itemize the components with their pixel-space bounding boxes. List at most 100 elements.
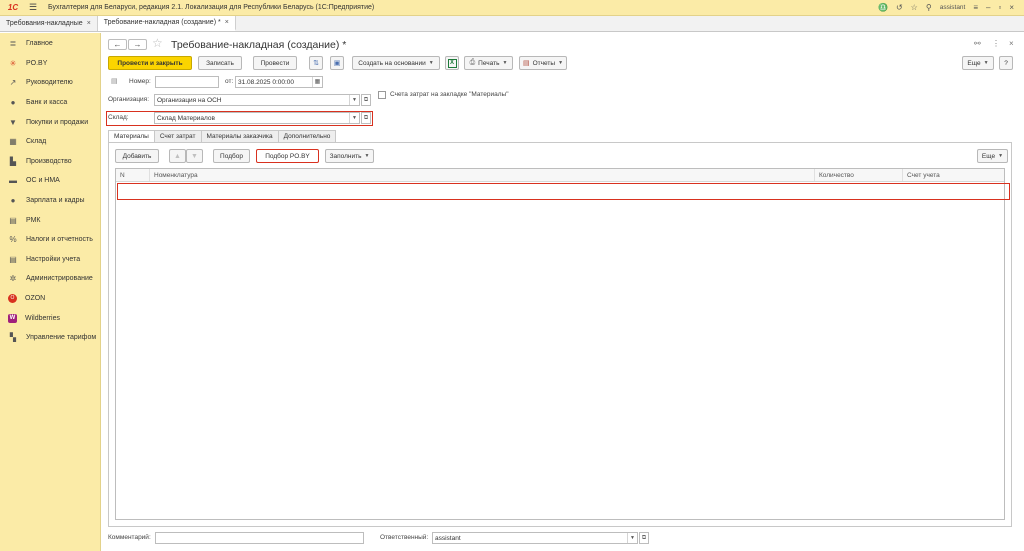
responsible-value: assistant [435, 534, 461, 542]
calendar-icon[interactable]: ▦ [312, 77, 322, 87]
table-more-button[interactable]: Еще ▼ [977, 149, 1008, 163]
sidebar-item-main[interactable]: ≣ Главное [0, 34, 100, 54]
more-actions-button[interactable]: Еще ▼ [962, 56, 994, 70]
sidebar-item-warehouse[interactable]: ▦ Склад [0, 132, 100, 152]
cost-accounts-checkbox[interactable] [378, 91, 386, 99]
warehouse-icon: ▦ [9, 137, 17, 147]
movements-report-icon[interactable]: ⇅ [309, 56, 323, 70]
materials-panel: Добавить ▲ ▼ Подбор Подбор PO.BY Заполни… [108, 142, 1012, 527]
chevron-down-icon: ▼ [502, 60, 508, 66]
more-vertical-icon[interactable]: ⋮ [992, 39, 1000, 48]
chevron-down-icon[interactable]: ▼ [349, 95, 359, 105]
sidebar-item-poby[interactable]: ✳ PO.BY [0, 54, 100, 74]
tab-requisitions-list[interactable]: Требования-накладные × [0, 16, 98, 31]
open-organization-button[interactable]: ⧉ [361, 94, 371, 106]
person-icon: ● [10, 196, 16, 206]
fill-label: Заполнить [329, 152, 362, 160]
close-tab-icon[interactable]: × [87, 20, 91, 27]
post-button[interactable]: Провести [253, 56, 297, 70]
close-tab-icon[interactable]: × [225, 19, 229, 26]
forward-button[interactable]: → [128, 39, 147, 50]
column-header-quantity[interactable]: Количество [815, 169, 903, 181]
save-button[interactable]: Записать [198, 56, 242, 70]
sidebar-item-tariff[interactable]: ▚ Управление тарифом [0, 328, 100, 348]
open-responsible-button[interactable]: ⧉ [639, 532, 649, 544]
search-icon[interactable]: ⚲ [926, 3, 932, 12]
sidebar-item-bank[interactable]: ● Банк и касса [0, 93, 100, 113]
select-button[interactable]: Подбор [213, 149, 250, 163]
organization-label: Организация: [108, 96, 150, 103]
truck-icon: ▬ [9, 176, 17, 186]
add-row-button[interactable]: Добавить [115, 149, 159, 163]
app-logo: 1С [7, 3, 19, 12]
settings-menu-icon[interactable]: ≡ [973, 3, 978, 12]
bell-icon[interactable]: ♎ [878, 3, 888, 12]
date-value: 31.08.2025 0:00:00 [238, 78, 295, 86]
main-menu-icon[interactable]: ☰ [26, 2, 40, 13]
sidebar-item-label: РМК [26, 216, 41, 224]
structure-icon[interactable]: ▣ [330, 56, 344, 70]
create-based-on-button[interactable]: Создать на основании ▼ [352, 56, 440, 70]
date-field[interactable]: 31.08.2025 0:00:00 ▦ [235, 76, 323, 88]
tab-requisition-new[interactable]: Требование-накладная (создание) * × [97, 16, 236, 31]
sidebar-item-accounting-settings[interactable]: ▤ Настройки учета [0, 250, 100, 270]
column-header-n[interactable]: N [116, 169, 150, 181]
document-settings-icon: ▤ [9, 254, 17, 264]
move-up-button[interactable]: ▲ [169, 149, 186, 163]
close-icon[interactable]: × [1009, 3, 1014, 12]
gear-icon: ✲ [9, 274, 17, 284]
tab-label: Требования-накладные [6, 20, 83, 27]
sidebar-item-label: Управление тарифом [26, 334, 97, 342]
sidebar-item-wildberries[interactable]: W Wildberries [0, 308, 100, 328]
close-form-icon[interactable]: × [1009, 39, 1014, 48]
select-poby-button[interactable]: Подбор PO.BY [256, 149, 319, 163]
print-button[interactable]: ⎙ Печать ▼ [464, 56, 513, 70]
organization-field[interactable]: Организация на ОСН ▼ [154, 94, 360, 106]
print-label: Печать [478, 59, 500, 67]
sidebar-item-label: PO.BY [26, 59, 48, 67]
chevron-down-icon[interactable]: ▼ [627, 533, 637, 543]
warehouse-field[interactable]: Склад Материалов ▼ [154, 112, 360, 124]
sidebar-item-rmk[interactable]: ▤ РМК [0, 210, 100, 230]
sidebar-item-production[interactable]: ▙ Производство [0, 152, 100, 172]
create-based-on-label: Создать на основании [358, 59, 426, 67]
chevron-down-icon: ▼ [428, 60, 434, 66]
sidebar-item-label: Главное [26, 40, 53, 48]
sidebar-item-salary[interactable]: ● Зарплата и кадры [0, 191, 100, 211]
sidebar-item-manager[interactable]: ↗ Руководителю [0, 73, 100, 93]
sidebar-item-taxes[interactable]: % Налоги и отчетность [0, 230, 100, 250]
post-and-close-button[interactable]: Провести и закрыть [108, 56, 192, 70]
responsible-label: Ответственный: [380, 534, 429, 541]
move-down-button[interactable]: ▼ [186, 149, 203, 163]
sidebar-item-label: ОС и НМА [26, 177, 60, 185]
back-button[interactable]: ← [108, 39, 127, 50]
organization-value: Организация на ОСН [157, 96, 222, 104]
sidebar-item-ozon[interactable]: O OZON [0, 289, 100, 309]
help-button[interactable]: ? [999, 56, 1013, 70]
page-title: Требование-накладная (создание) * [171, 39, 347, 51]
column-header-account[interactable]: Счет учета [903, 169, 1004, 181]
sidebar-item-fixed-assets[interactable]: ▬ ОС и НМА [0, 171, 100, 191]
comment-field[interactable] [155, 532, 364, 544]
minimize-icon[interactable]: – [986, 3, 990, 12]
link-icon[interactable]: ⚯ [974, 39, 981, 48]
table-row[interactable] [117, 183, 1010, 200]
favorite-star-icon[interactable]: ☆ [152, 36, 163, 50]
column-header-nomenclature[interactable]: Номенклатура [150, 169, 815, 181]
wildberries-logo-icon: W [8, 313, 17, 323]
restore-icon[interactable]: ▫ [998, 3, 1001, 12]
fill-button[interactable]: Заполнить ▼ [325, 149, 374, 163]
responsible-field[interactable]: assistant ▼ [432, 532, 638, 544]
sidebar-item-administration[interactable]: ✲ Администрирование [0, 269, 100, 289]
number-field[interactable] [155, 76, 219, 88]
history-icon[interactable]: ↺ [896, 3, 903, 12]
date-label: от: [225, 78, 234, 85]
sidebar-item-purchases-sales[interactable]: ▼ Покупки и продажи [0, 112, 100, 132]
reports-button[interactable]: ▤ Отчеты ▼ [519, 56, 567, 70]
tariff-grid-icon: ▚ [9, 333, 17, 343]
favorites-star-icon[interactable]: ☆ [911, 3, 918, 12]
chevron-down-icon[interactable]: ▼ [349, 113, 359, 123]
open-warehouse-button[interactable]: ⧉ [361, 112, 371, 124]
export-excel-button[interactable]: X [445, 56, 459, 70]
user-name[interactable]: assistant [940, 4, 966, 11]
